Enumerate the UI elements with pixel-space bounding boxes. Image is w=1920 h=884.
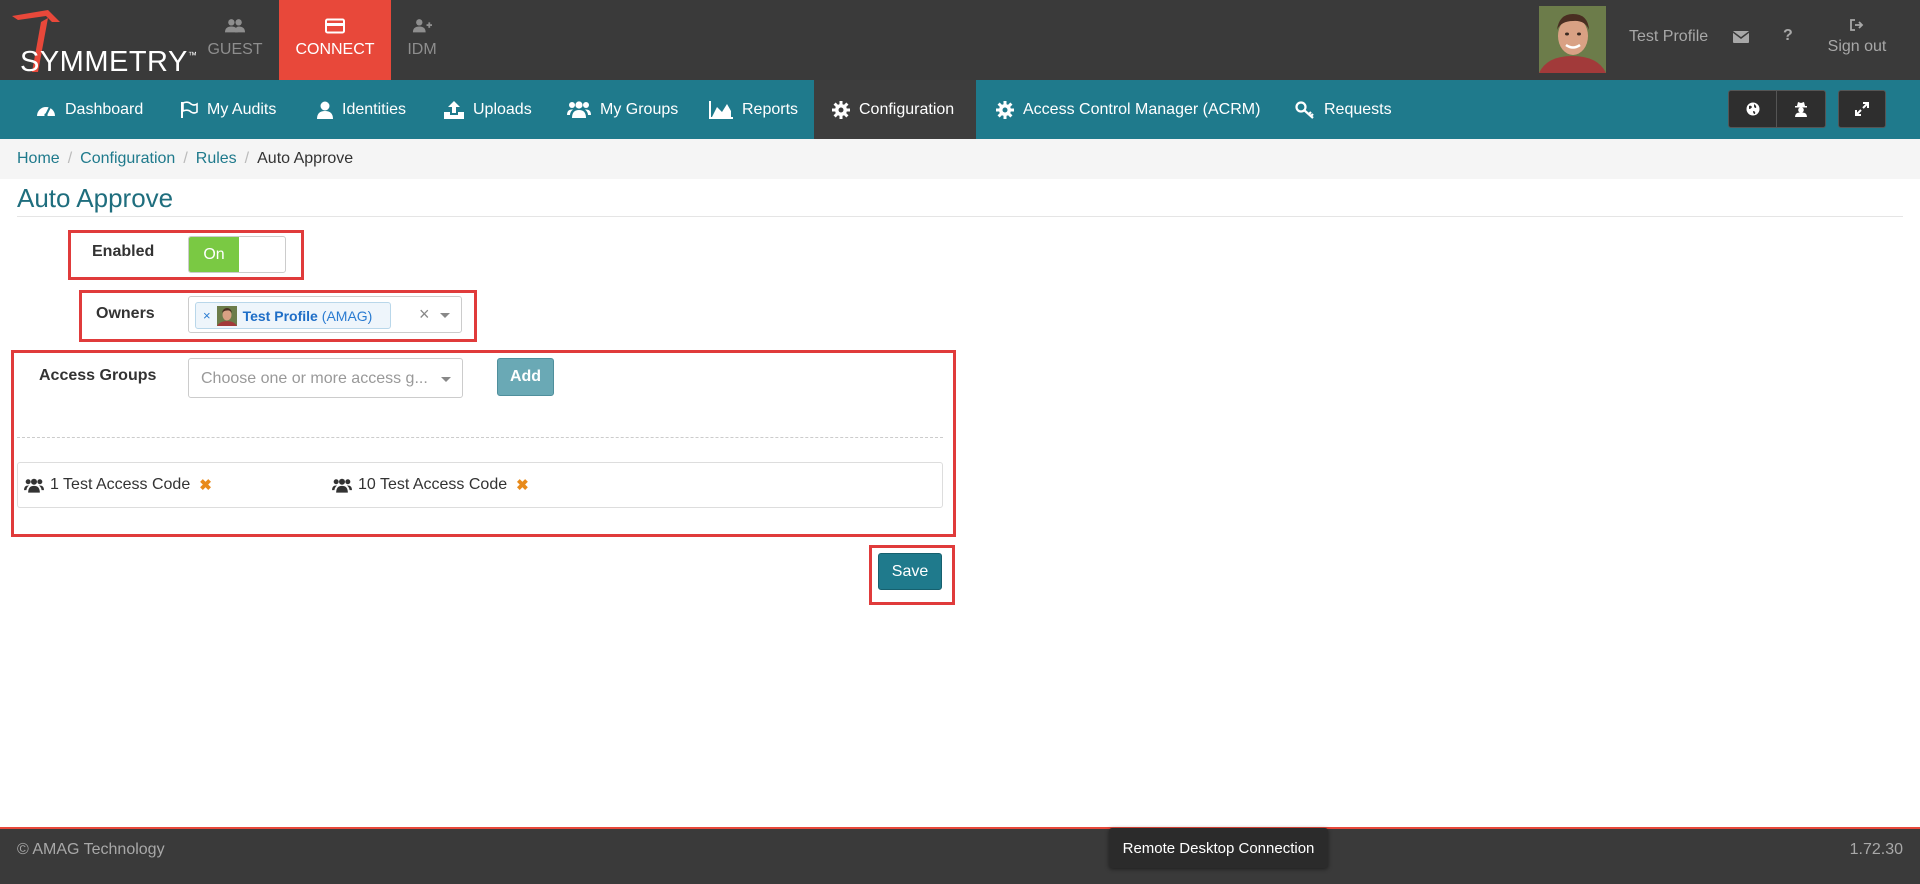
list-item: 1 Test Access Code ✖ xyxy=(24,463,212,507)
app-tab-label: GUEST xyxy=(207,41,263,58)
credit-card-icon xyxy=(325,18,345,34)
envelope-icon[interactable] xyxy=(1733,31,1749,43)
gear-icon xyxy=(832,100,850,119)
clear-owners-button[interactable]: × xyxy=(419,304,430,325)
breadcrumb-separator: / xyxy=(244,150,250,167)
nav-uploads[interactable]: Uploads xyxy=(444,80,532,139)
avatar[interactable] xyxy=(1539,6,1606,73)
save-button[interactable]: Save xyxy=(878,553,942,590)
breadcrumb: Home / Configuration / Rules / Auto Appr… xyxy=(0,139,1920,179)
nav-reports[interactable]: Reports xyxy=(709,80,798,139)
breadcrumb-current: Auto Approve xyxy=(257,150,354,167)
app-tab-label: IDM xyxy=(407,41,437,58)
nav-label: Requests xyxy=(1324,100,1392,118)
sign-out-icon xyxy=(1850,19,1864,31)
chevron-down-icon xyxy=(441,377,451,382)
users-icon xyxy=(24,478,44,493)
footer: © AMAG Technology 1.72.30 xyxy=(0,827,1920,884)
dashed-divider xyxy=(17,437,943,438)
version: 1.72.30 xyxy=(1849,841,1903,858)
sign-out-button[interactable]: Sign out xyxy=(1827,18,1887,56)
access-groups-label: Access Groups xyxy=(39,367,157,384)
app-tab-idm[interactable]: IDM xyxy=(366,0,478,80)
breadcrumb-home[interactable]: Home xyxy=(17,150,60,168)
owner-avatar xyxy=(216,305,237,326)
remove-access-group-button[interactable]: ✖ xyxy=(516,476,529,494)
owner-org: (AMAG) xyxy=(321,307,373,324)
owner-name: Test Profile xyxy=(242,307,318,324)
profile-photo-icon xyxy=(1539,6,1606,73)
globe-icon xyxy=(1746,102,1759,116)
list-item: 10 Test Access Code ✖ xyxy=(332,463,529,507)
area-chart-icon xyxy=(709,100,733,119)
owner-chip: × Test Profile (AMAG) xyxy=(195,302,391,329)
nav-requests[interactable]: Requests xyxy=(1295,80,1392,139)
nav-label: My Groups xyxy=(600,100,679,118)
fullscreen-button[interactable] xyxy=(1838,90,1886,128)
owners-select[interactable]: × Test Profile (AMAG) × xyxy=(188,296,462,333)
taskbar-tooltip: Remote Desktop Connection xyxy=(1109,828,1328,868)
nav-acrm[interactable]: Access Control Manager (ACRM) xyxy=(996,80,1260,139)
nav-label: Access Control Manager (ACRM) xyxy=(1023,100,1261,118)
symmetry-logo[interactable]: SYMMETRY™ xyxy=(8,6,197,78)
nav-label: Identities xyxy=(342,100,407,118)
app-tab-guest[interactable]: GUEST xyxy=(179,0,291,80)
nav-label: Configuration xyxy=(859,100,955,118)
owners-label: Owners xyxy=(96,305,155,322)
title-divider xyxy=(17,216,1903,217)
users-icon xyxy=(567,101,591,118)
key-icon xyxy=(1295,100,1314,119)
user-icon xyxy=(317,101,333,119)
help-icon[interactable]: ? xyxy=(1783,27,1793,45)
chevron-down-icon[interactable] xyxy=(440,313,450,318)
access-groups-list: 1 Test Access Code ✖ 10 Test Access Code… xyxy=(17,462,943,508)
nav-label: Uploads xyxy=(473,100,532,118)
user-secret-icon xyxy=(1795,101,1807,117)
nav-label: My Audits xyxy=(207,100,277,118)
breadcrumb-configuration[interactable]: Configuration xyxy=(80,150,175,168)
enabled-toggle[interactable]: On xyxy=(188,236,286,273)
upload-icon xyxy=(444,100,464,119)
users-icon xyxy=(332,478,352,493)
remove-owner-button[interactable]: × xyxy=(203,308,211,323)
add-access-group-button[interactable]: Add xyxy=(497,358,554,396)
expand-icon xyxy=(1855,102,1869,116)
access-group-name: 1 Test Access Code xyxy=(50,476,191,493)
nav-label: Dashboard xyxy=(65,100,144,118)
brand-name: SYMMETRY™ xyxy=(20,46,198,78)
nav-dashboard[interactable]: Dashboard xyxy=(36,80,143,139)
breadcrumb-rules[interactable]: Rules xyxy=(196,150,237,168)
main-nav: Dashboard My Audits Identities Uploads M… xyxy=(0,80,1920,139)
flag-icon xyxy=(181,100,198,118)
remove-access-group-button[interactable]: ✖ xyxy=(199,476,212,494)
copyright: © AMAG Technology xyxy=(17,841,165,858)
access-groups-select[interactable]: Choose one or more access g... xyxy=(188,358,463,398)
incognito-button[interactable] xyxy=(1777,91,1825,127)
profile-name-link[interactable]: Test Profile xyxy=(1629,28,1708,46)
breadcrumb-separator: / xyxy=(67,150,73,167)
access-groups-placeholder: Choose one or more access g... xyxy=(201,370,428,387)
dashboard-icon xyxy=(37,106,55,117)
page-title: Auto Approve xyxy=(17,183,174,213)
gear-icon xyxy=(996,100,1014,119)
enabled-label: Enabled xyxy=(92,243,155,260)
users-icon xyxy=(225,19,245,33)
access-group-name: 10 Test Access Code xyxy=(358,476,508,493)
sign-out-label: Sign out xyxy=(1827,38,1887,55)
nav-my-audits[interactable]: My Audits xyxy=(180,80,276,139)
nav-label: Reports xyxy=(742,100,799,118)
top-bar: SYMMETRY™ GUEST CONNECT IDM Test Profile… xyxy=(0,0,1920,80)
toggle-on-label: On xyxy=(189,237,239,272)
profile-photo-icon xyxy=(216,305,237,326)
user-plus-icon xyxy=(412,19,432,33)
nav-identities[interactable]: Identities xyxy=(317,80,406,139)
globe-button[interactable] xyxy=(1729,91,1778,127)
nav-button-group xyxy=(1728,90,1826,128)
nav-my-groups[interactable]: My Groups xyxy=(567,80,678,139)
nav-configuration[interactable]: Configuration xyxy=(814,80,976,139)
breadcrumb-separator: / xyxy=(183,150,188,167)
